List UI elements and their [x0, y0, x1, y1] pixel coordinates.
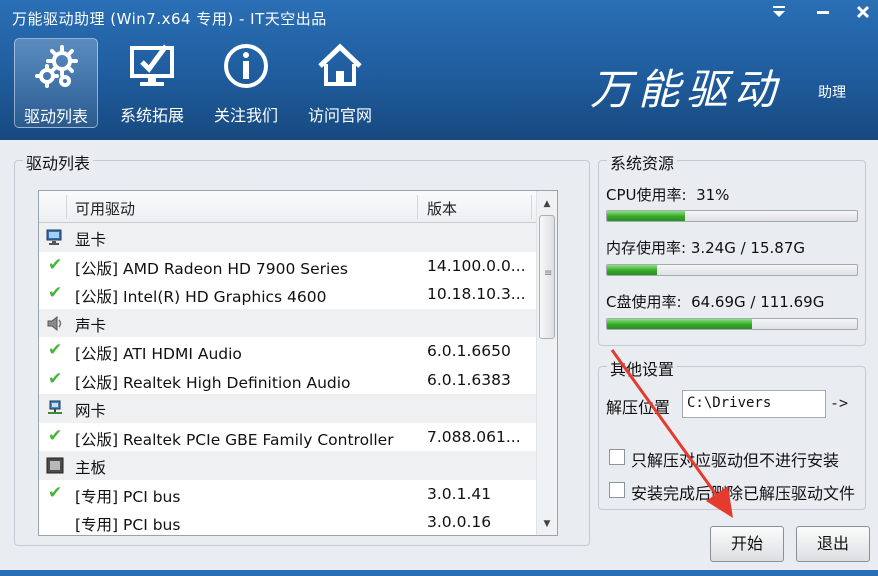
annotation-arrow-icon	[610, 349, 733, 518]
